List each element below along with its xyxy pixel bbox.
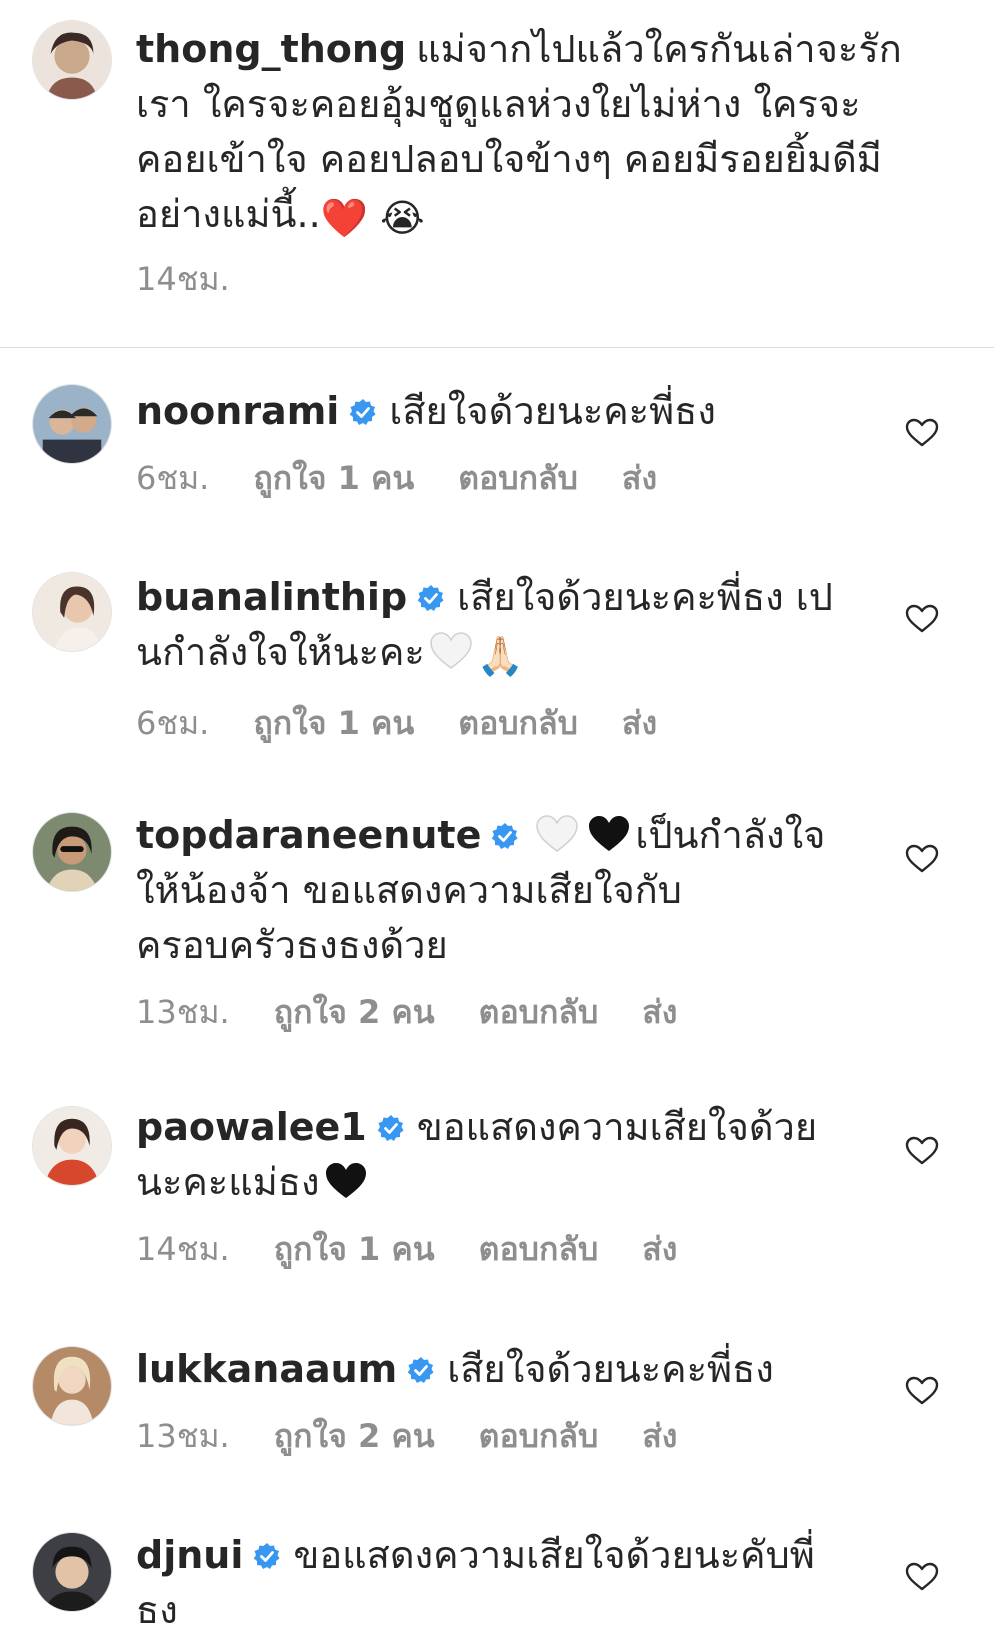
likes-count-button[interactable]: ถูกใจ 2 คน bbox=[274, 1411, 435, 1462]
avatar-image bbox=[33, 21, 111, 99]
comment-meta: 13ชม. ถูกใจ 2 คน ตอบกลับ ส่ง bbox=[136, 1411, 836, 1462]
heart-outline-icon[interactable] bbox=[905, 1136, 939, 1166]
reply-button[interactable]: ตอบกลับ bbox=[479, 987, 599, 1038]
comment-username[interactable]: noonrami bbox=[136, 389, 339, 433]
heart-outline-icon[interactable] bbox=[905, 1376, 939, 1406]
crying-face-emoji: 😭 bbox=[380, 196, 425, 240]
comment-topdaraneenute: topdaraneenute เป็นกำลังใจให้น้องจ้า ขอแส… bbox=[136, 808, 836, 1038]
likes-count-button[interactable]: ถูกใจ 2 คน bbox=[274, 987, 435, 1038]
comment-meta: 13ชม. ถูกใจ 2 คน ตอบกลับ ส่ง bbox=[136, 987, 836, 1038]
comment-username[interactable]: djnui bbox=[136, 1533, 243, 1577]
comment-username[interactable]: paowalee1 bbox=[136, 1105, 367, 1149]
avatar-image bbox=[33, 385, 111, 463]
likes-count-button[interactable]: ถูกใจ 1 คน bbox=[253, 698, 414, 749]
avatar-image bbox=[33, 1347, 111, 1425]
comment-time: 13ชม. bbox=[136, 1417, 230, 1455]
verified-badge-icon bbox=[407, 1356, 435, 1384]
comment-buanalinthip: buanalinthip เสียใจด้วยนะคะพี่ธง เปนกำลัง… bbox=[136, 570, 836, 749]
send-button[interactable]: ส่ง bbox=[622, 453, 657, 504]
comment-noonrami: noonrami เสียใจด้วยนะคะพี่ธง 6ชม. ถูกใจ 1… bbox=[136, 384, 836, 504]
reply-button[interactable]: ตอบกลับ bbox=[458, 453, 578, 504]
comment-time: 6ชม. bbox=[136, 459, 210, 497]
caption-time: 14ชม. bbox=[136, 260, 230, 298]
comment-text: เสียใจด้วยนะคะพี่ธง bbox=[389, 389, 716, 433]
comment-time: 14ชม. bbox=[136, 1230, 230, 1268]
comment-avatar-topdaraneenute[interactable] bbox=[32, 812, 112, 892]
verified-badge-icon bbox=[491, 822, 519, 850]
send-button[interactable]: ส่ง bbox=[642, 1224, 677, 1275]
black-heart-emoji bbox=[324, 1161, 368, 1201]
heart-outline-icon[interactable] bbox=[905, 604, 939, 634]
caption-meta: 14ชม. bbox=[136, 254, 916, 305]
white-heart-emoji bbox=[535, 814, 579, 854]
avatar-image bbox=[33, 813, 111, 891]
comment-time: 13ชม. bbox=[136, 993, 230, 1031]
caption-avatar[interactable] bbox=[32, 20, 112, 100]
white-heart-emoji bbox=[429, 631, 473, 671]
comment-paowalee1: paowalee1 ขอแสดงความเสียใจด้วยนะคะแม่ธง 1… bbox=[136, 1100, 836, 1275]
likes-count-button[interactable]: ถูกใจ 1 คน bbox=[274, 1224, 435, 1275]
comment-avatar-lukkanaaum[interactable] bbox=[32, 1346, 112, 1426]
likes-count-button[interactable]: ถูกใจ 1 คน bbox=[253, 453, 414, 504]
avatar-image bbox=[33, 1107, 111, 1185]
caption-text: thong_thong แม่จากไปแล้วใครกันเล่าจะรักเร… bbox=[136, 27, 902, 240]
comment-avatar-noonrami[interactable] bbox=[32, 384, 112, 464]
post-caption: thong_thong แม่จากไปแล้วใครกันเล่าจะรักเร… bbox=[0, 0, 994, 348]
comment-avatar-paowalee1[interactable] bbox=[32, 1106, 112, 1186]
comment-username[interactable]: topdaraneenute bbox=[136, 813, 481, 857]
avatar-image bbox=[33, 573, 111, 651]
comment-meta: 6ชม. ถูกใจ 1 คน ตอบกลับ ส่ง bbox=[136, 698, 836, 749]
comment-meta: 6ชม. ถูกใจ 1 คน ตอบกลับ ส่ง bbox=[136, 453, 836, 504]
reply-button[interactable]: ตอบกลับ bbox=[479, 1411, 599, 1462]
comment-username[interactable]: lukkanaaum bbox=[136, 1347, 397, 1391]
comment-meta: 14ชม. ถูกใจ 1 คน ตอบกลับ ส่ง bbox=[136, 1224, 836, 1275]
heart-outline-icon[interactable] bbox=[905, 844, 939, 874]
reply-button[interactable]: ตอบกลับ bbox=[458, 698, 578, 749]
red-heart-emoji: ❤️ bbox=[320, 196, 368, 240]
comment-username[interactable]: buanalinthip bbox=[136, 575, 407, 619]
comment-time: 6ชม. bbox=[136, 704, 210, 742]
caption-username[interactable]: thong_thong bbox=[136, 27, 406, 71]
verified-badge-icon bbox=[417, 584, 445, 612]
avatar-image bbox=[33, 1533, 111, 1611]
send-button[interactable]: ส่ง bbox=[642, 987, 677, 1038]
verified-badge-icon bbox=[253, 1542, 281, 1570]
comment-text: เสียใจด้วยนะคะพี่ธง bbox=[447, 1347, 774, 1391]
heart-outline-icon[interactable] bbox=[905, 1562, 939, 1592]
folded-hands-emoji: 🙏🏻 bbox=[476, 634, 525, 678]
black-heart-emoji bbox=[587, 814, 631, 854]
comment-lukkanaaum: lukkanaaum เสียใจด้วยนะคะพี่ธง 13ชม. ถูกใ… bbox=[136, 1342, 836, 1462]
comment-avatar-djnui[interactable] bbox=[32, 1532, 112, 1612]
send-button[interactable]: ส่ง bbox=[622, 698, 657, 749]
verified-badge-icon bbox=[349, 398, 377, 426]
comment-avatar-buanalinthip[interactable] bbox=[32, 572, 112, 652]
reply-button[interactable]: ตอบกลับ bbox=[479, 1224, 599, 1275]
heart-outline-icon[interactable] bbox=[905, 418, 939, 448]
verified-badge-icon bbox=[377, 1114, 405, 1142]
comment-djnui: djnui ขอแสดงความเสียใจด้วยนะคับพี่ธง bbox=[136, 1528, 836, 1638]
send-button[interactable]: ส่ง bbox=[642, 1411, 677, 1462]
